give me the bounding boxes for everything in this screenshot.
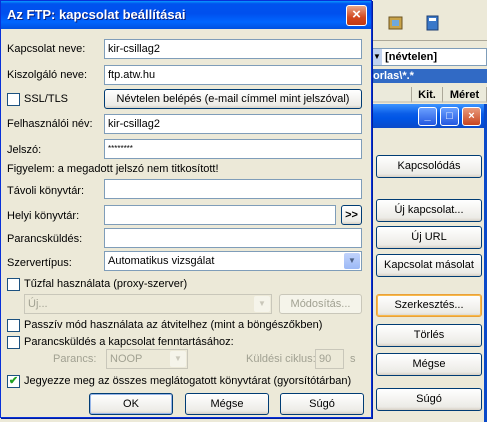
username-input[interactable]: kir-csillag2 <box>104 114 362 134</box>
toolbar-separator <box>371 40 487 41</box>
keepalive-interval-label: Küldési ciklus: <box>246 353 316 365</box>
anonymous-login-button[interactable]: Névtelen belépés (e-mail címmel mint jel… <box>104 89 362 109</box>
server-name-label: Kiszolgáló neve: <box>7 69 88 81</box>
proxy-modify-button[interactable]: Módosítás... <box>279 294 362 314</box>
connect-button[interactable]: Kapcsolódás <box>376 155 482 178</box>
edit-button[interactable]: Szerkesztés... <box>376 294 482 317</box>
server-type-value: Automatikus vizsgálat <box>108 255 215 267</box>
help-button-bg[interactable]: Súgó <box>376 388 482 411</box>
proxy-select-value: Új... <box>28 298 48 310</box>
maximize-icon[interactable]: □ <box>440 107 459 126</box>
dialog-title: Az FTP: kapcsolat beállításai <box>7 7 186 22</box>
keepalive-checkbox[interactable] <box>7 336 20 349</box>
remote-dir-label: Távoli könyvtár: <box>7 185 85 197</box>
ssl-checkbox[interactable] <box>7 93 20 106</box>
password-warning: Figyelem: a megadott jelszó nem titkosít… <box>7 163 219 175</box>
keepalive-command-select[interactable]: NOOP ▼ <box>106 349 188 369</box>
browse-button[interactable]: >> <box>341 205 362 225</box>
remote-dir-input[interactable] <box>104 179 362 199</box>
password-input[interactable]: ******** <box>104 139 362 159</box>
firewall-label: Tűzfal használata (proxy-szerver) <box>24 278 188 290</box>
password-label: Jelszó: <box>7 144 42 156</box>
keepalive-interval-input[interactable]: 90 <box>315 349 344 369</box>
cache-dirs-checkbox[interactable]: ✔ <box>7 375 20 388</box>
passive-mode-label: Passzív mód használata az átvitelhez (mi… <box>24 319 323 331</box>
local-dir-label: Helyi könyvtár: <box>7 210 80 222</box>
checkmark-icon: ✔ <box>8 375 19 387</box>
keepalive-command-label: Parancs: <box>53 353 97 365</box>
local-dir-input[interactable] <box>104 205 336 225</box>
file-filter: orlas\*.* <box>371 69 487 83</box>
connection-name-label: Kapcsolat neve: <box>7 43 86 55</box>
chevron-down-icon[interactable]: ▼ <box>254 296 270 312</box>
server-name-input[interactable]: ftp.atw.hu <box>104 65 362 85</box>
command-label: Parancsküldés: <box>7 233 83 245</box>
passive-mode-checkbox[interactable] <box>7 319 20 332</box>
server-type-select[interactable]: Automatikus vizsgálat ▼ <box>104 251 362 271</box>
ok-button[interactable]: OK <box>89 393 173 415</box>
connection-name-input[interactable]: kir-csillag2 <box>104 39 362 59</box>
toolbar-icon-1[interactable] <box>387 14 405 32</box>
chevron-down-icon[interactable]: ▼ <box>372 49 382 65</box>
ssl-label: SSL/TLS <box>24 93 69 105</box>
copy-connection-button[interactable]: Kapcsolat másolat <box>376 254 482 277</box>
dialog-titlebar[interactable]: Az FTP: kapcsolat beállításai × <box>1 1 371 29</box>
chevron-down-icon[interactable]: ▼ <box>344 253 360 269</box>
keepalive-interval-unit: s <box>350 353 356 365</box>
close-icon[interactable]: × <box>346 5 367 26</box>
connect-window-titlebar: _ □ × <box>371 104 487 128</box>
firewall-checkbox[interactable] <box>7 278 20 291</box>
keepalive-command-value: NOOP <box>110 353 143 365</box>
server-type-label: Szervertípus: <box>7 257 72 269</box>
help-button[interactable]: Súgó <box>280 393 364 415</box>
new-url-button[interactable]: Új URL <box>376 226 482 249</box>
column-header-name[interactable] <box>371 87 412 103</box>
toolbar-icon-2[interactable] <box>424 14 442 32</box>
username-label: Felhasználói név: <box>7 118 93 130</box>
chevron-down-icon[interactable]: ▼ <box>170 351 186 367</box>
minimize-icon[interactable]: _ <box>418 107 437 126</box>
new-connection-button[interactable]: Új kapcsolat... <box>376 199 482 222</box>
ftp-settings-dialog: Az FTP: kapcsolat beállításai × Kapcsola… <box>0 0 372 418</box>
command-input[interactable] <box>104 228 362 248</box>
delete-button[interactable]: Törlés <box>376 324 482 347</box>
path-display[interactable]: ▼ [névtelen] <box>371 48 487 66</box>
column-header-ext[interactable]: Kit. <box>412 87 443 103</box>
cancel-button[interactable]: Mégse <box>185 393 269 415</box>
cache-dirs-label: Jegyezze meg az összes meglátogatott kön… <box>24 375 352 387</box>
path-text: [névtelen] <box>385 51 438 63</box>
proxy-select[interactable]: Új... ▼ <box>24 294 272 314</box>
close-icon[interactable]: × <box>462 107 481 126</box>
keepalive-label: Parancsküldés a kapcsolat fenntartásához… <box>24 336 234 348</box>
column-header-size[interactable]: Méret <box>443 87 487 103</box>
cancel-button-bg[interactable]: Mégse <box>376 353 482 376</box>
